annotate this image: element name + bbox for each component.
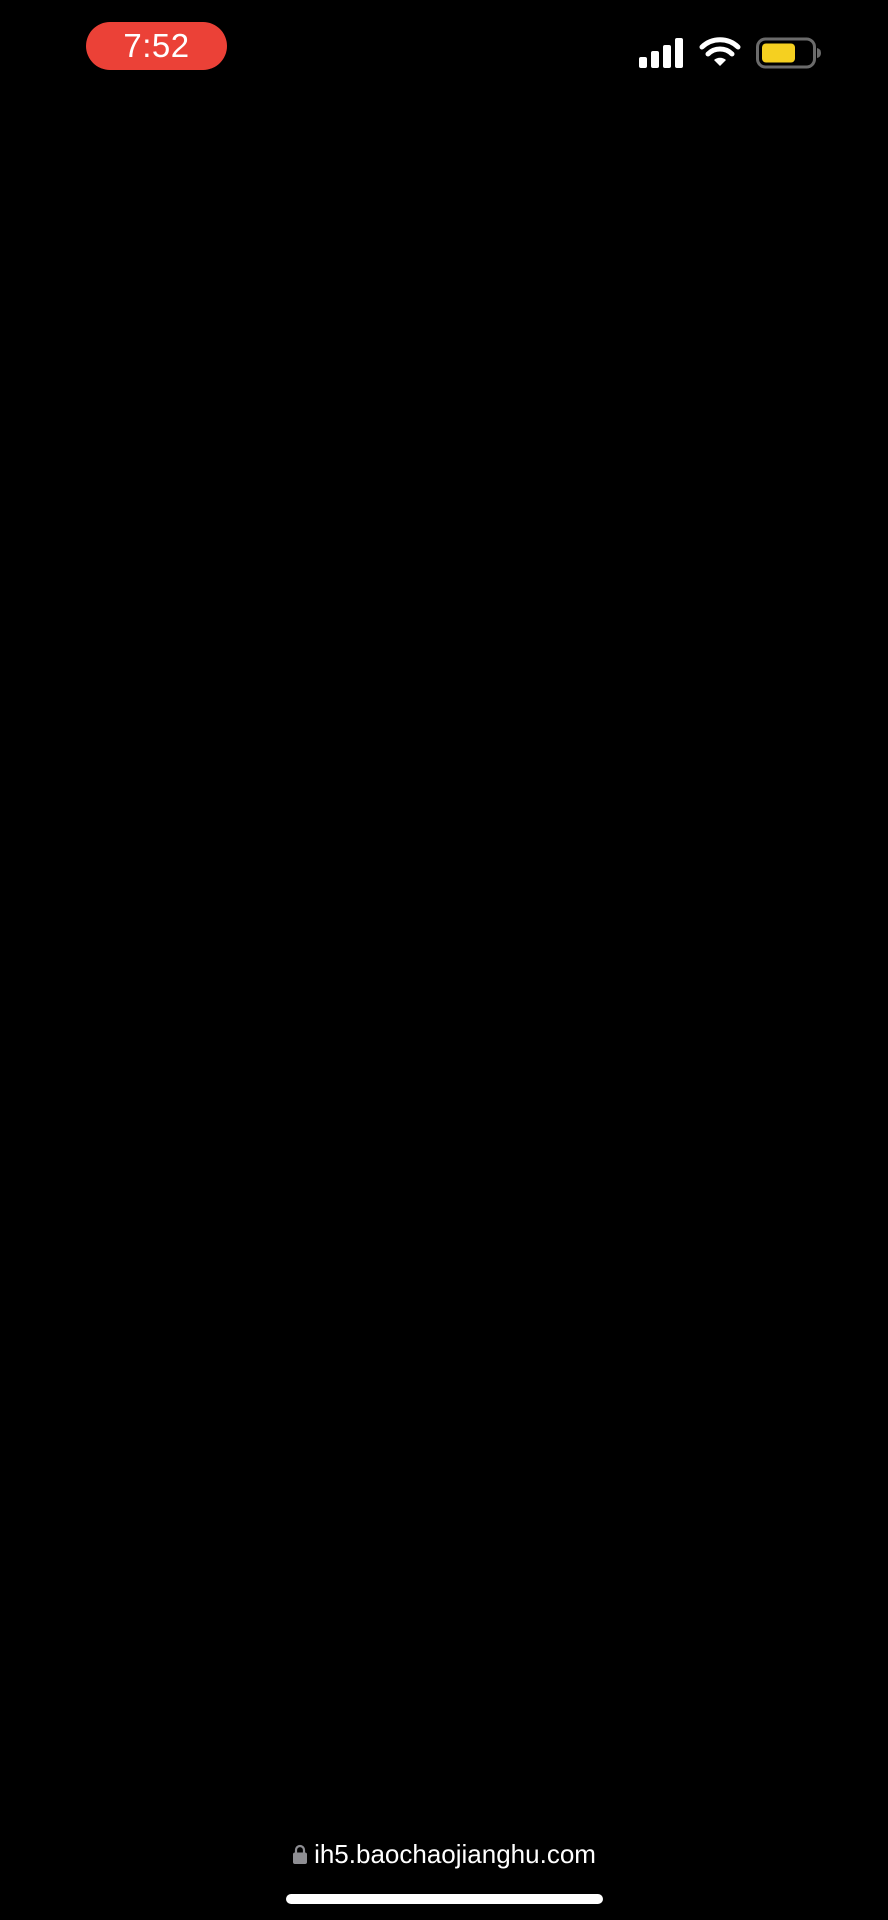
signal-icon — [639, 38, 683, 68]
url-text[interactable]: ih5.baochaojianghu.com — [314, 1832, 596, 1876]
lock-icon — [293, 1844, 308, 1864]
status-time: 7:52 — [86, 22, 227, 70]
address-bar[interactable]: ih5.baochaojianghu.com — [0, 1832, 888, 1876]
home-indicator[interactable] — [286, 1894, 603, 1904]
phone-screen: 7:52 ih5.baochaojianghu.com — [0, 0, 888, 1920]
battery-icon — [756, 37, 821, 69]
web-content-area[interactable] — [0, 90, 888, 1820]
wifi-icon — [699, 37, 741, 66]
